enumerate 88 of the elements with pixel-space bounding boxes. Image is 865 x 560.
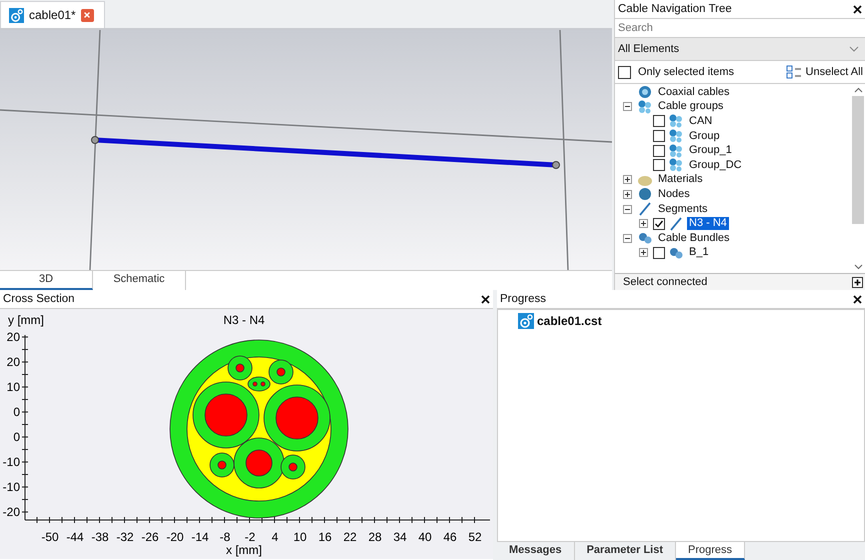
axis-label: y [mm] bbox=[8, 313, 44, 327]
tick-label: -44 bbox=[66, 530, 84, 544]
tick-label: -20 bbox=[166, 530, 184, 544]
tick-label: 28 bbox=[368, 530, 382, 544]
expand-icon[interactable] bbox=[639, 248, 648, 258]
tick-label: 34 bbox=[393, 530, 407, 544]
tree-item[interactable]: Materials bbox=[656, 173, 705, 186]
close-icon[interactable] bbox=[853, 294, 862, 304]
scroll-up-icon[interactable] bbox=[854, 87, 862, 93]
checkbox[interactable] bbox=[618, 66, 631, 78]
tree-item[interactable]: Group_DC bbox=[687, 158, 744, 172]
group-label: Select connected bbox=[623, 276, 708, 288]
checkbox[interactable] bbox=[653, 246, 665, 259]
checkbox[interactable] bbox=[653, 159, 665, 172]
collapse-icon[interactable] bbox=[623, 102, 632, 112]
segment-icon bbox=[637, 202, 653, 216]
collapse-icon[interactable] bbox=[623, 234, 632, 243]
segment-icon bbox=[668, 216, 684, 231]
plot-title: N3 - N4 bbox=[223, 313, 265, 327]
panel-title: Cable Navigation Tree bbox=[618, 3, 732, 15]
panel-title: Progress bbox=[500, 293, 546, 305]
close-icon[interactable] bbox=[481, 294, 490, 304]
collapse-icon[interactable] bbox=[623, 204, 632, 214]
tree-item[interactable]: Group bbox=[687, 130, 722, 143]
axis-label: x [mm] bbox=[226, 543, 262, 557]
tick-label: 0 bbox=[13, 430, 20, 444]
tick-label: -10 bbox=[2, 455, 20, 469]
document-tab[interactable]: cable01* bbox=[0, 1, 105, 28]
tick-label: 10 bbox=[6, 380, 20, 394]
group-icon bbox=[668, 114, 684, 128]
tick-label: 10 bbox=[293, 530, 307, 544]
tick-label: 0 bbox=[13, 405, 20, 419]
expand-icon[interactable] bbox=[623, 175, 632, 184]
bundle-icon bbox=[637, 231, 653, 246]
tree-item[interactable]: Cable Bundles bbox=[656, 232, 732, 245]
coax-icon bbox=[637, 85, 653, 100]
group-icon bbox=[637, 100, 653, 114]
tick-label: 40 bbox=[418, 530, 432, 544]
file-name: cable01.cst bbox=[537, 314, 602, 328]
checkbox[interactable] bbox=[653, 130, 665, 142]
tick-label: -8 bbox=[220, 530, 230, 544]
panel-tab[interactable]: Messages bbox=[497, 542, 575, 560]
expand-icon[interactable] bbox=[623, 190, 632, 199]
tick-label: 20 bbox=[6, 355, 20, 369]
checkbox[interactable] bbox=[653, 218, 665, 230]
checkbox[interactable] bbox=[653, 115, 665, 128]
tick-label: -38 bbox=[91, 530, 109, 544]
group-icon bbox=[668, 129, 684, 144]
list-icon bbox=[786, 65, 802, 79]
tree-item[interactable]: Nodes bbox=[656, 188, 692, 201]
tick-label: -10 bbox=[2, 480, 20, 494]
group-icon bbox=[668, 158, 684, 172]
tree-item[interactable]: CAN bbox=[687, 114, 714, 128]
panel-title: Cross Section bbox=[3, 293, 75, 305]
close-icon[interactable] bbox=[853, 4, 862, 14]
tick-label: -32 bbox=[116, 530, 134, 544]
panel-tab[interactable]: Progress bbox=[676, 542, 746, 560]
tick-label: 16 bbox=[318, 530, 332, 544]
unselect-all-button[interactable]: Unselect All bbox=[786, 65, 863, 79]
tick-label: 22 bbox=[343, 530, 357, 544]
tick-label: 20 bbox=[6, 330, 20, 344]
tick-label: 46 bbox=[443, 530, 457, 544]
tree-item[interactable]: Group_1 bbox=[687, 144, 734, 158]
tick-label: -14 bbox=[191, 530, 209, 544]
plus-icon[interactable] bbox=[852, 276, 863, 288]
group-icon bbox=[668, 144, 684, 158]
expand-icon[interactable] bbox=[639, 219, 648, 228]
tick-label: -50 bbox=[41, 530, 59, 544]
tick-label: 52 bbox=[468, 530, 482, 544]
tick-label: -26 bbox=[141, 530, 159, 544]
gear-file-icon bbox=[9, 8, 24, 22]
gear-file-icon bbox=[518, 313, 534, 329]
tree-item[interactable]: Coaxial cables bbox=[656, 86, 732, 99]
chevron-down-icon bbox=[849, 46, 859, 52]
tick-label: -2 bbox=[244, 530, 256, 544]
checkbox[interactable] bbox=[653, 144, 665, 157]
scrollbar-thumb[interactable] bbox=[852, 96, 864, 224]
bundle-icon bbox=[668, 246, 684, 260]
tree-item[interactable]: N3 - N4 bbox=[687, 217, 729, 230]
checkbox-label[interactable]: Only selected items bbox=[638, 66, 734, 78]
filter-dropdown[interactable]: All Elements bbox=[615, 38, 865, 61]
tick-label: 4 bbox=[272, 530, 278, 544]
node-icon bbox=[637, 187, 653, 202]
tick-label: -20 bbox=[2, 505, 20, 519]
scroll-down-icon[interactable] bbox=[854, 264, 862, 270]
tree-item[interactable]: Segments bbox=[656, 202, 710, 216]
tree-item[interactable]: B_1 bbox=[687, 246, 711, 260]
tree-item[interactable]: Cable groups bbox=[656, 100, 726, 114]
